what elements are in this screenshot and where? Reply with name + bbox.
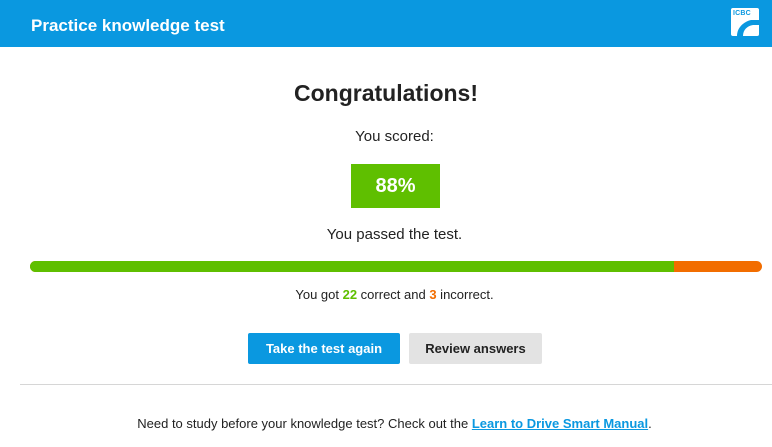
result-summary: You got 22 correct and 3 incorrect. (0, 287, 772, 302)
review-answers-button[interactable]: Review answers (409, 333, 542, 364)
summary-suffix: incorrect. (436, 287, 494, 302)
pass-status: You passed the test. (326, 226, 463, 243)
retake-test-button[interactable]: Take the test again (248, 333, 400, 364)
manual-link[interactable]: Learn to Drive Smart Manual (472, 416, 648, 431)
progress-correct-fill (30, 261, 675, 272)
footer-suffix: . (648, 416, 652, 431)
divider (20, 384, 772, 385)
scored-label: You scored: (355, 128, 434, 145)
result-heading: Congratulations! (294, 80, 478, 106)
score-progress-bar (30, 261, 762, 272)
footer-text: Need to study before your knowledge test… (137, 416, 472, 431)
logo-text: ICBC (733, 10, 751, 17)
incorrect-count: 3 (429, 287, 437, 302)
summary-prefix: You got (295, 287, 343, 302)
score-badge: 88% (351, 164, 440, 208)
page-title: Practice knowledge test (31, 16, 225, 35)
correct-count: 22 (342, 287, 358, 302)
footer-note: Need to study before your knowledge test… (0, 416, 772, 431)
summary-middle: correct and (357, 287, 430, 302)
icbc-logo: ICBC (731, 8, 759, 36)
header-bar: Practice knowledge test ICBC (0, 0, 772, 47)
